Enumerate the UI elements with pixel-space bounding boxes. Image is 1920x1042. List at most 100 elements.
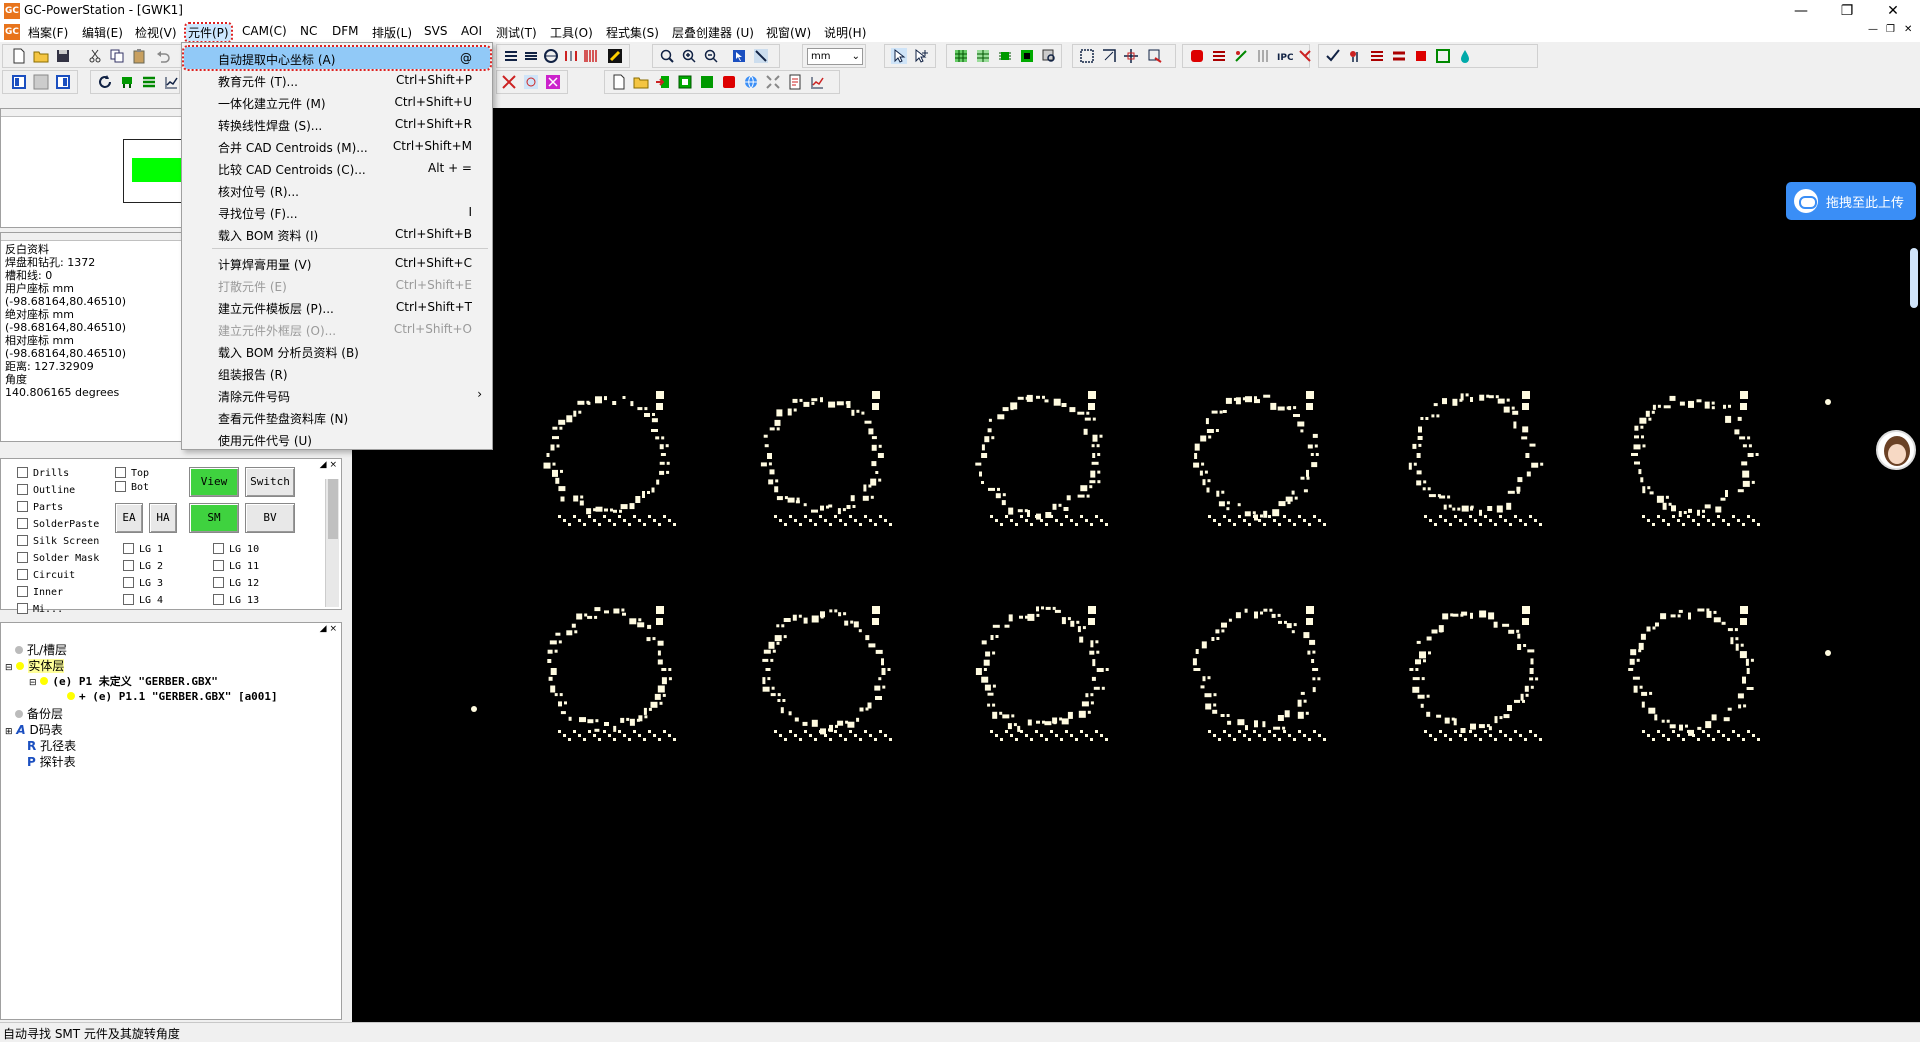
collapse-icon[interactable]: ⊟ [5, 663, 13, 673]
globe-icon[interactable] [743, 74, 759, 90]
netlist-icon[interactable] [1347, 48, 1363, 64]
unit-select[interactable]: mm ⌄ [807, 48, 863, 65]
tree-drill[interactable]: R 孔径表 [27, 737, 76, 754]
menu-item[interactable]: 组装报告 (R) [184, 362, 490, 384]
chart-icon[interactable] [163, 74, 179, 90]
dfm-icon[interactable] [1211, 48, 1227, 64]
menu-view[interactable]: 检视(V) [133, 24, 179, 41]
tree-probe[interactable]: P 探针表 [27, 753, 76, 770]
tree-backup-layer[interactable]: 备份层 [15, 705, 63, 722]
layer-panel-scrollbar[interactable] [325, 479, 339, 607]
ha-button[interactable]: HA [149, 503, 177, 533]
tree-hole-layer[interactable]: 孔/槽层 [15, 641, 67, 658]
doc-icon[interactable] [611, 74, 627, 90]
menu-aoi[interactable]: AOI [459, 24, 484, 38]
save-icon[interactable] [55, 48, 71, 64]
menu-item[interactable]: 载入 BOM 分析员资料 (B) [184, 340, 490, 362]
select-icon[interactable] [731, 48, 747, 64]
restore-icon[interactable]: ❐ [1824, 0, 1870, 22]
layer-checkbox[interactable]: SolderPaste [17, 518, 99, 530]
layer-checkbox[interactable]: Silk Screen [17, 535, 99, 547]
sm-button[interactable]: SM [189, 503, 239, 533]
barcode-icon[interactable] [583, 48, 599, 64]
menu-dfm[interactable]: DFM [330, 24, 361, 38]
zoom-window-icon[interactable] [659, 48, 675, 64]
lg-checkbox[interactable]: LG 12 [213, 577, 259, 589]
layer-stack-icon[interactable] [523, 48, 539, 64]
layer-list-icon[interactable] [503, 48, 519, 64]
switch-button[interactable]: Switch [245, 467, 295, 497]
ea-button[interactable]: EA [115, 503, 143, 533]
panel-right-icon[interactable] [55, 74, 71, 90]
layer-green-icon[interactable] [141, 74, 157, 90]
canvas-scroll-handle[interactable] [1910, 248, 1918, 308]
box-select-icon[interactable] [1079, 48, 1095, 64]
plot-icon[interactable] [809, 74, 825, 90]
menu-app-icon[interactable]: GC [4, 24, 20, 40]
image-icon[interactable] [545, 74, 561, 90]
stop-red-icon[interactable] [721, 74, 737, 90]
mdi-close-icon[interactable]: ✕ [1904, 24, 1912, 35]
report-icon[interactable] [787, 74, 803, 90]
rotate-icon[interactable] [1147, 48, 1163, 64]
tree-p11[interactable]: + (e) P1.1 "GERBER.GBX" [a001] [67, 689, 278, 703]
panel-center-icon[interactable] [33, 74, 49, 90]
menu-item[interactable]: 清除元件号码 › [184, 384, 490, 406]
stop-icon[interactable] [1413, 48, 1429, 64]
cross-icon[interactable] [501, 74, 517, 90]
drc-icon[interactable] [1233, 48, 1249, 64]
layer-checkbox[interactable]: Solder Mask [17, 552, 99, 564]
expand-tree-icon[interactable]: ⊞ [5, 727, 13, 737]
lg-checkbox[interactable]: LG 11 [213, 560, 259, 572]
panel-close-icon[interactable]: ◢ × [320, 460, 337, 470]
chip-icon[interactable] [997, 48, 1013, 64]
menu-test[interactable]: 测试(T) [494, 24, 539, 41]
mdi-minimize-icon[interactable]: — [1868, 24, 1878, 35]
menu-item[interactable]: 比较 CAD Centroids (C)... Alt + = [184, 157, 490, 179]
menu-item[interactable]: 建立元件模板层 (P)... Ctrl+Shift+T [184, 296, 490, 318]
menu-item[interactable]: 教育元件 (T)... Ctrl+Shift+P [184, 69, 490, 91]
mdi-restore-icon[interactable]: ❐ [1886, 24, 1895, 35]
ipc-icon[interactable]: IPC [1277, 48, 1293, 64]
menu-programs[interactable]: 程式集(S) [604, 24, 661, 41]
component-icon[interactable] [1019, 48, 1035, 64]
view-button[interactable]: View [189, 467, 239, 497]
layer-checkbox[interactable]: Parts [17, 501, 63, 513]
cut-icon[interactable] [87, 48, 103, 64]
new-file-icon[interactable] [11, 48, 27, 64]
menu-window[interactable]: 视窗(W) [764, 24, 813, 41]
undo-icon[interactable] [155, 48, 171, 64]
check-icon[interactable] [1325, 48, 1341, 64]
table-icon[interactable] [975, 48, 991, 64]
copy-icon[interactable] [109, 48, 125, 64]
upload-dropzone[interactable]: 拖拽至此上传 [1786, 182, 1916, 220]
zoom-in-icon[interactable] [681, 48, 697, 64]
close-icon[interactable]: ✕ [1870, 0, 1916, 22]
tree-p1[interactable]: ⊟ (e) P1 未定义 "GERBER.GBX" [29, 673, 218, 689]
menu-item[interactable]: 合并 CAD Centroids (M)... Ctrl+Shift+M [184, 135, 490, 157]
folder-icon[interactable] [633, 74, 649, 90]
menu-component[interactable]: 元件(P) [184, 22, 233, 43]
find-component-icon[interactable] [1041, 48, 1057, 64]
fill-drop-icon[interactable] [1457, 48, 1473, 64]
menu-panelize[interactable]: 排版(L) [370, 24, 414, 41]
menu-item[interactable]: 转换线性焊盘 (S)... Ctrl+Shift+R [184, 113, 490, 135]
menu-cam[interactable]: CAM(C) [240, 24, 289, 38]
menu-nc[interactable]: NC [298, 24, 319, 38]
side-top[interactable]: Top [115, 467, 149, 479]
layer-checkbox[interactable]: Outline [17, 484, 75, 496]
menu-item[interactable]: 一体化建立元件 (M) Ctrl+Shift+U [184, 91, 490, 113]
layer-compare-icon[interactable] [543, 48, 559, 64]
outline-box-icon[interactable] [1435, 48, 1451, 64]
lg-checkbox[interactable]: LG 13 [213, 594, 259, 606]
analyze-icon[interactable] [1297, 48, 1313, 64]
expand-icon[interactable] [765, 74, 781, 90]
pen-icon[interactable] [607, 48, 623, 64]
menu-help[interactable]: 说明(H) [822, 24, 868, 41]
panel-left-icon[interactable] [11, 74, 27, 90]
layer-diff-icon[interactable] [1391, 48, 1407, 64]
lg-checkbox[interactable]: LG 3 [123, 577, 163, 589]
menu-item[interactable]: 使用元件代号 (U) [184, 428, 490, 450]
menu-item[interactable]: 寻找位号 (F)... I [184, 201, 490, 223]
paste-icon[interactable] [131, 48, 147, 64]
